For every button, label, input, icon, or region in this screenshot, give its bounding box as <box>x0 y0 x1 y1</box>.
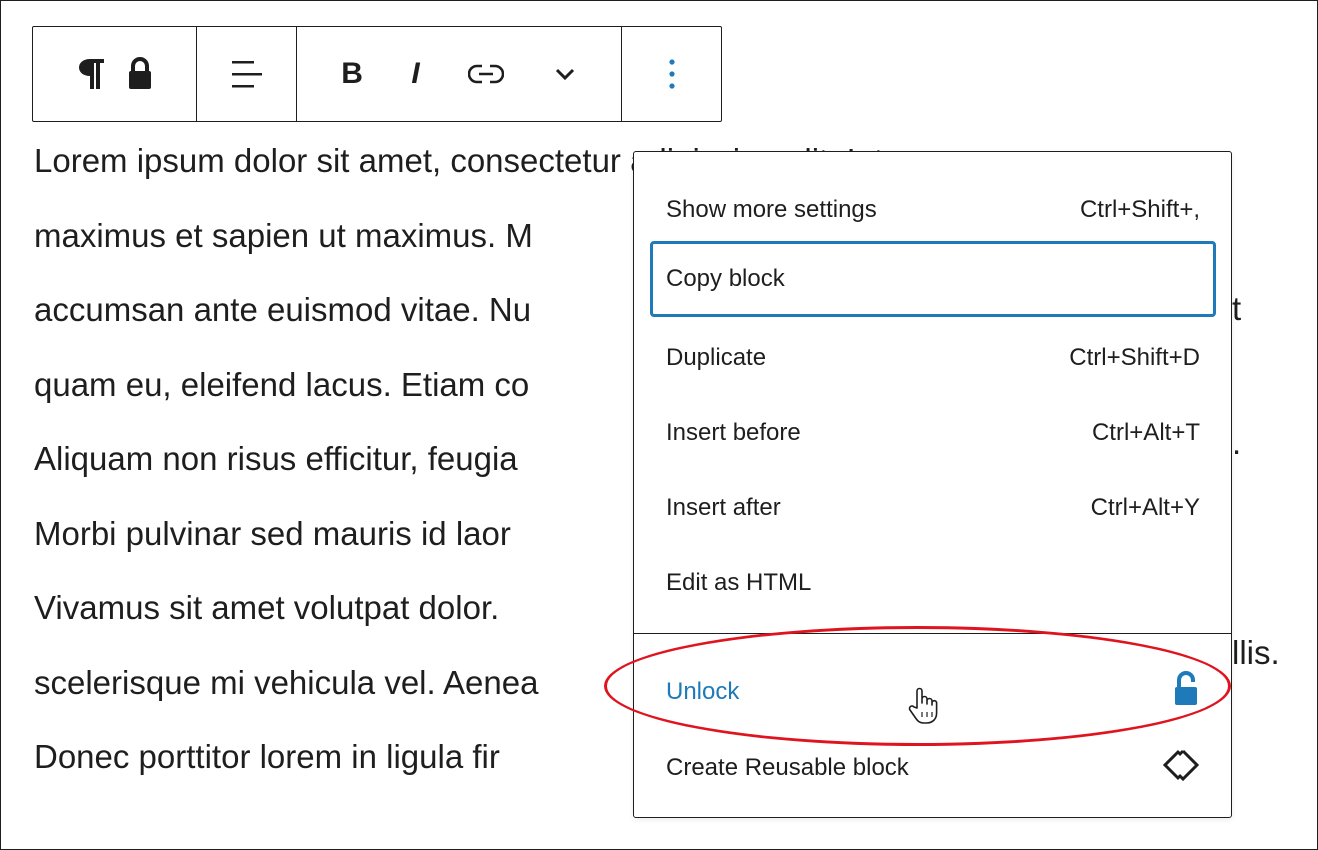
lock-icon[interactable] <box>127 27 153 121</box>
paragraph-icon[interactable] <box>77 27 107 121</box>
menu-item-label: Unlock <box>666 678 740 705</box>
unlock-icon <box>1172 670 1200 715</box>
menu-item-insert-before[interactable]: Insert before Ctrl+Alt+T <box>650 395 1216 471</box>
menu-item-duplicate[interactable]: Duplicate Ctrl+Shift+D <box>650 320 1216 396</box>
menu-item-label: Insert before <box>666 419 801 446</box>
toolbar-group-align <box>197 27 297 121</box>
menu-item-shortcut: Ctrl+Shift+, <box>1079 196 1200 223</box>
bold-icon[interactable]: B <box>341 27 363 121</box>
block-toolbar: B I <box>32 26 722 122</box>
menu-item-create-reusable-block[interactable]: Create Reusable block <box>650 730 1216 806</box>
chevron-down-icon[interactable] <box>553 27 577 121</box>
hand-cursor-icon <box>908 686 938 731</box>
menu-item-shortcut: Ctrl+Alt+Y <box>1090 494 1200 521</box>
menu-item-copy-block[interactable]: Copy block <box>650 241 1216 317</box>
toolbar-group-format: B I <box>297 27 622 121</box>
menu-item-insert-after[interactable]: Insert after Ctrl+Alt+Y <box>650 470 1216 546</box>
paragraph-fragment: . <box>1232 424 1242 461</box>
link-icon[interactable] <box>468 27 505 121</box>
menu-separator <box>634 633 1231 634</box>
reusable-block-icon <box>1162 748 1200 789</box>
menu-item-edit-as-html[interactable]: Edit as HTML <box>650 545 1216 621</box>
align-left-icon[interactable] <box>230 27 264 121</box>
italic-icon[interactable]: I <box>411 27 419 121</box>
menu-item-label: Edit as HTML <box>666 569 812 596</box>
menu-item-label: Show more settings <box>666 196 877 223</box>
menu-item-label: Create Reusable block <box>666 754 909 781</box>
paragraph-fragment: t <box>1232 290 1242 327</box>
menu-item-label: Insert after <box>666 494 781 521</box>
menu-item-show-more-settings[interactable]: Show more settings Ctrl+Shift+, <box>650 172 1216 248</box>
more-options-icon[interactable] <box>667 27 677 121</box>
toolbar-group-options <box>622 27 721 121</box>
menu-item-shortcut: Ctrl+Alt+T <box>1091 419 1200 446</box>
toolbar-group-block <box>33 27 197 121</box>
menu-item-label: Duplicate <box>666 344 767 371</box>
paragraph-fragment: llis. <box>1232 634 1280 671</box>
menu-item-shortcut: Ctrl+Shift+D <box>1069 344 1200 371</box>
menu-item-label: Copy block <box>666 265 785 292</box>
